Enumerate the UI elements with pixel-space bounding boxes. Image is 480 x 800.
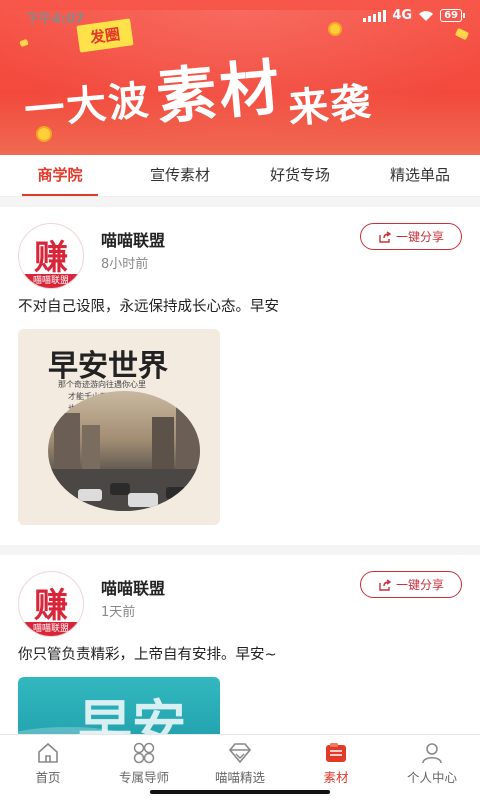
header-banner: 下午4:07 4G 69 发圈 一大波 素材 来袭 — [0, 0, 480, 155]
post-author: 喵喵联盟 — [101, 579, 166, 598]
person-icon — [422, 743, 442, 764]
share-icon — [379, 578, 392, 591]
post-card: 赚 喵喵联盟 喵喵联盟 8小时前 一键分享 不对自己设限，永远保持成长心态。早安… — [0, 207, 480, 545]
status-time: 下午4:07 — [26, 12, 85, 27]
post-time: 1天前 — [101, 605, 136, 620]
post-image[interactable]: 早安世界 那个奇迹游向往遇你心里 才能千山万水 也不畏惧 — [18, 329, 220, 525]
post-feed: 赚 喵喵联盟 喵喵联盟 8小时前 一键分享 不对自己设限，永远保持成长心态。早安… — [0, 207, 480, 787]
nav-profile[interactable]: 个人中心 — [384, 735, 480, 800]
post-header: 赚 喵喵联盟 喵喵联盟 1天前 一键分享 — [18, 569, 462, 637]
tab-featured-items[interactable]: 精选单品 — [360, 155, 480, 196]
avatar-subtitle: 喵喵联盟 — [19, 274, 83, 288]
nav-label: 素材 — [323, 770, 349, 785]
avatar-subtitle: 喵喵联盟 — [19, 622, 83, 636]
nav-label: 喵喵精选 — [214, 770, 265, 785]
network-type: 4G — [392, 8, 413, 23]
post-text: 不对自己设限，永远保持成长心态。早安 — [18, 299, 279, 315]
share-icon — [379, 230, 392, 243]
status-right: 4G 69 — [363, 8, 465, 23]
nav-label: 首页 — [35, 770, 61, 785]
material-icon — [326, 743, 346, 762]
avatar[interactable]: 赚 喵喵联盟 — [18, 571, 84, 637]
share-label: 一键分享 — [395, 578, 444, 592]
share-button[interactable]: 一键分享 — [360, 571, 462, 598]
avatar[interactable]: 赚 喵喵联盟 — [18, 223, 84, 289]
battery-icon: 69 — [440, 9, 465, 22]
share-label: 一键分享 — [395, 230, 444, 244]
tab-promo-material[interactable]: 宣传素材 — [120, 155, 240, 196]
avatar-glyph: 赚 — [34, 238, 68, 278]
avatar-glyph: 赚 — [34, 586, 68, 626]
app-screen: 下午4:07 4G 69 发圈 一大波 素材 来袭 商学院 宣传素材 好货专场 … — [0, 0, 480, 800]
wifi-icon — [419, 10, 434, 21]
nav-label: 专属导师 — [118, 770, 169, 785]
banner-headline: 一大波 素材 来袭 — [23, 44, 375, 135]
headline-big: 素材 — [153, 52, 286, 134]
city-street-photo — [48, 391, 200, 511]
tab-good-products[interactable]: 好货专场 — [240, 155, 360, 196]
category-tabs: 商学院 宣传素材 好货专场 精选单品 — [0, 155, 480, 197]
status-bar: 下午4:07 4G 69 — [0, 0, 480, 32]
post-text: 你只管负责精彩，上帝自有安排。早安~ — [18, 647, 277, 663]
home-indicator[interactable] — [150, 790, 330, 794]
post-time: 8小时前 — [101, 257, 149, 272]
post-author: 喵喵联盟 — [101, 231, 166, 250]
headline-part-2: 来袭 — [286, 79, 375, 133]
tab-business-school[interactable]: 商学院 — [0, 155, 120, 196]
home-icon — [38, 742, 58, 763]
image-caption-line: 那个奇迹游向往遇你心里 — [58, 380, 146, 389]
nav-label: 个人中心 — [406, 770, 457, 785]
coin-decoration — [328, 22, 342, 36]
grid-icon — [133, 742, 155, 764]
headline-part-1: 一大波 — [22, 77, 153, 135]
diamond-icon — [228, 743, 252, 764]
nav-home[interactable]: 首页 — [0, 735, 96, 800]
signal-icon — [363, 9, 387, 22]
share-button[interactable]: 一键分享 — [360, 223, 462, 250]
post-header: 赚 喵喵联盟 喵喵联盟 8小时前 一键分享 — [18, 221, 462, 289]
